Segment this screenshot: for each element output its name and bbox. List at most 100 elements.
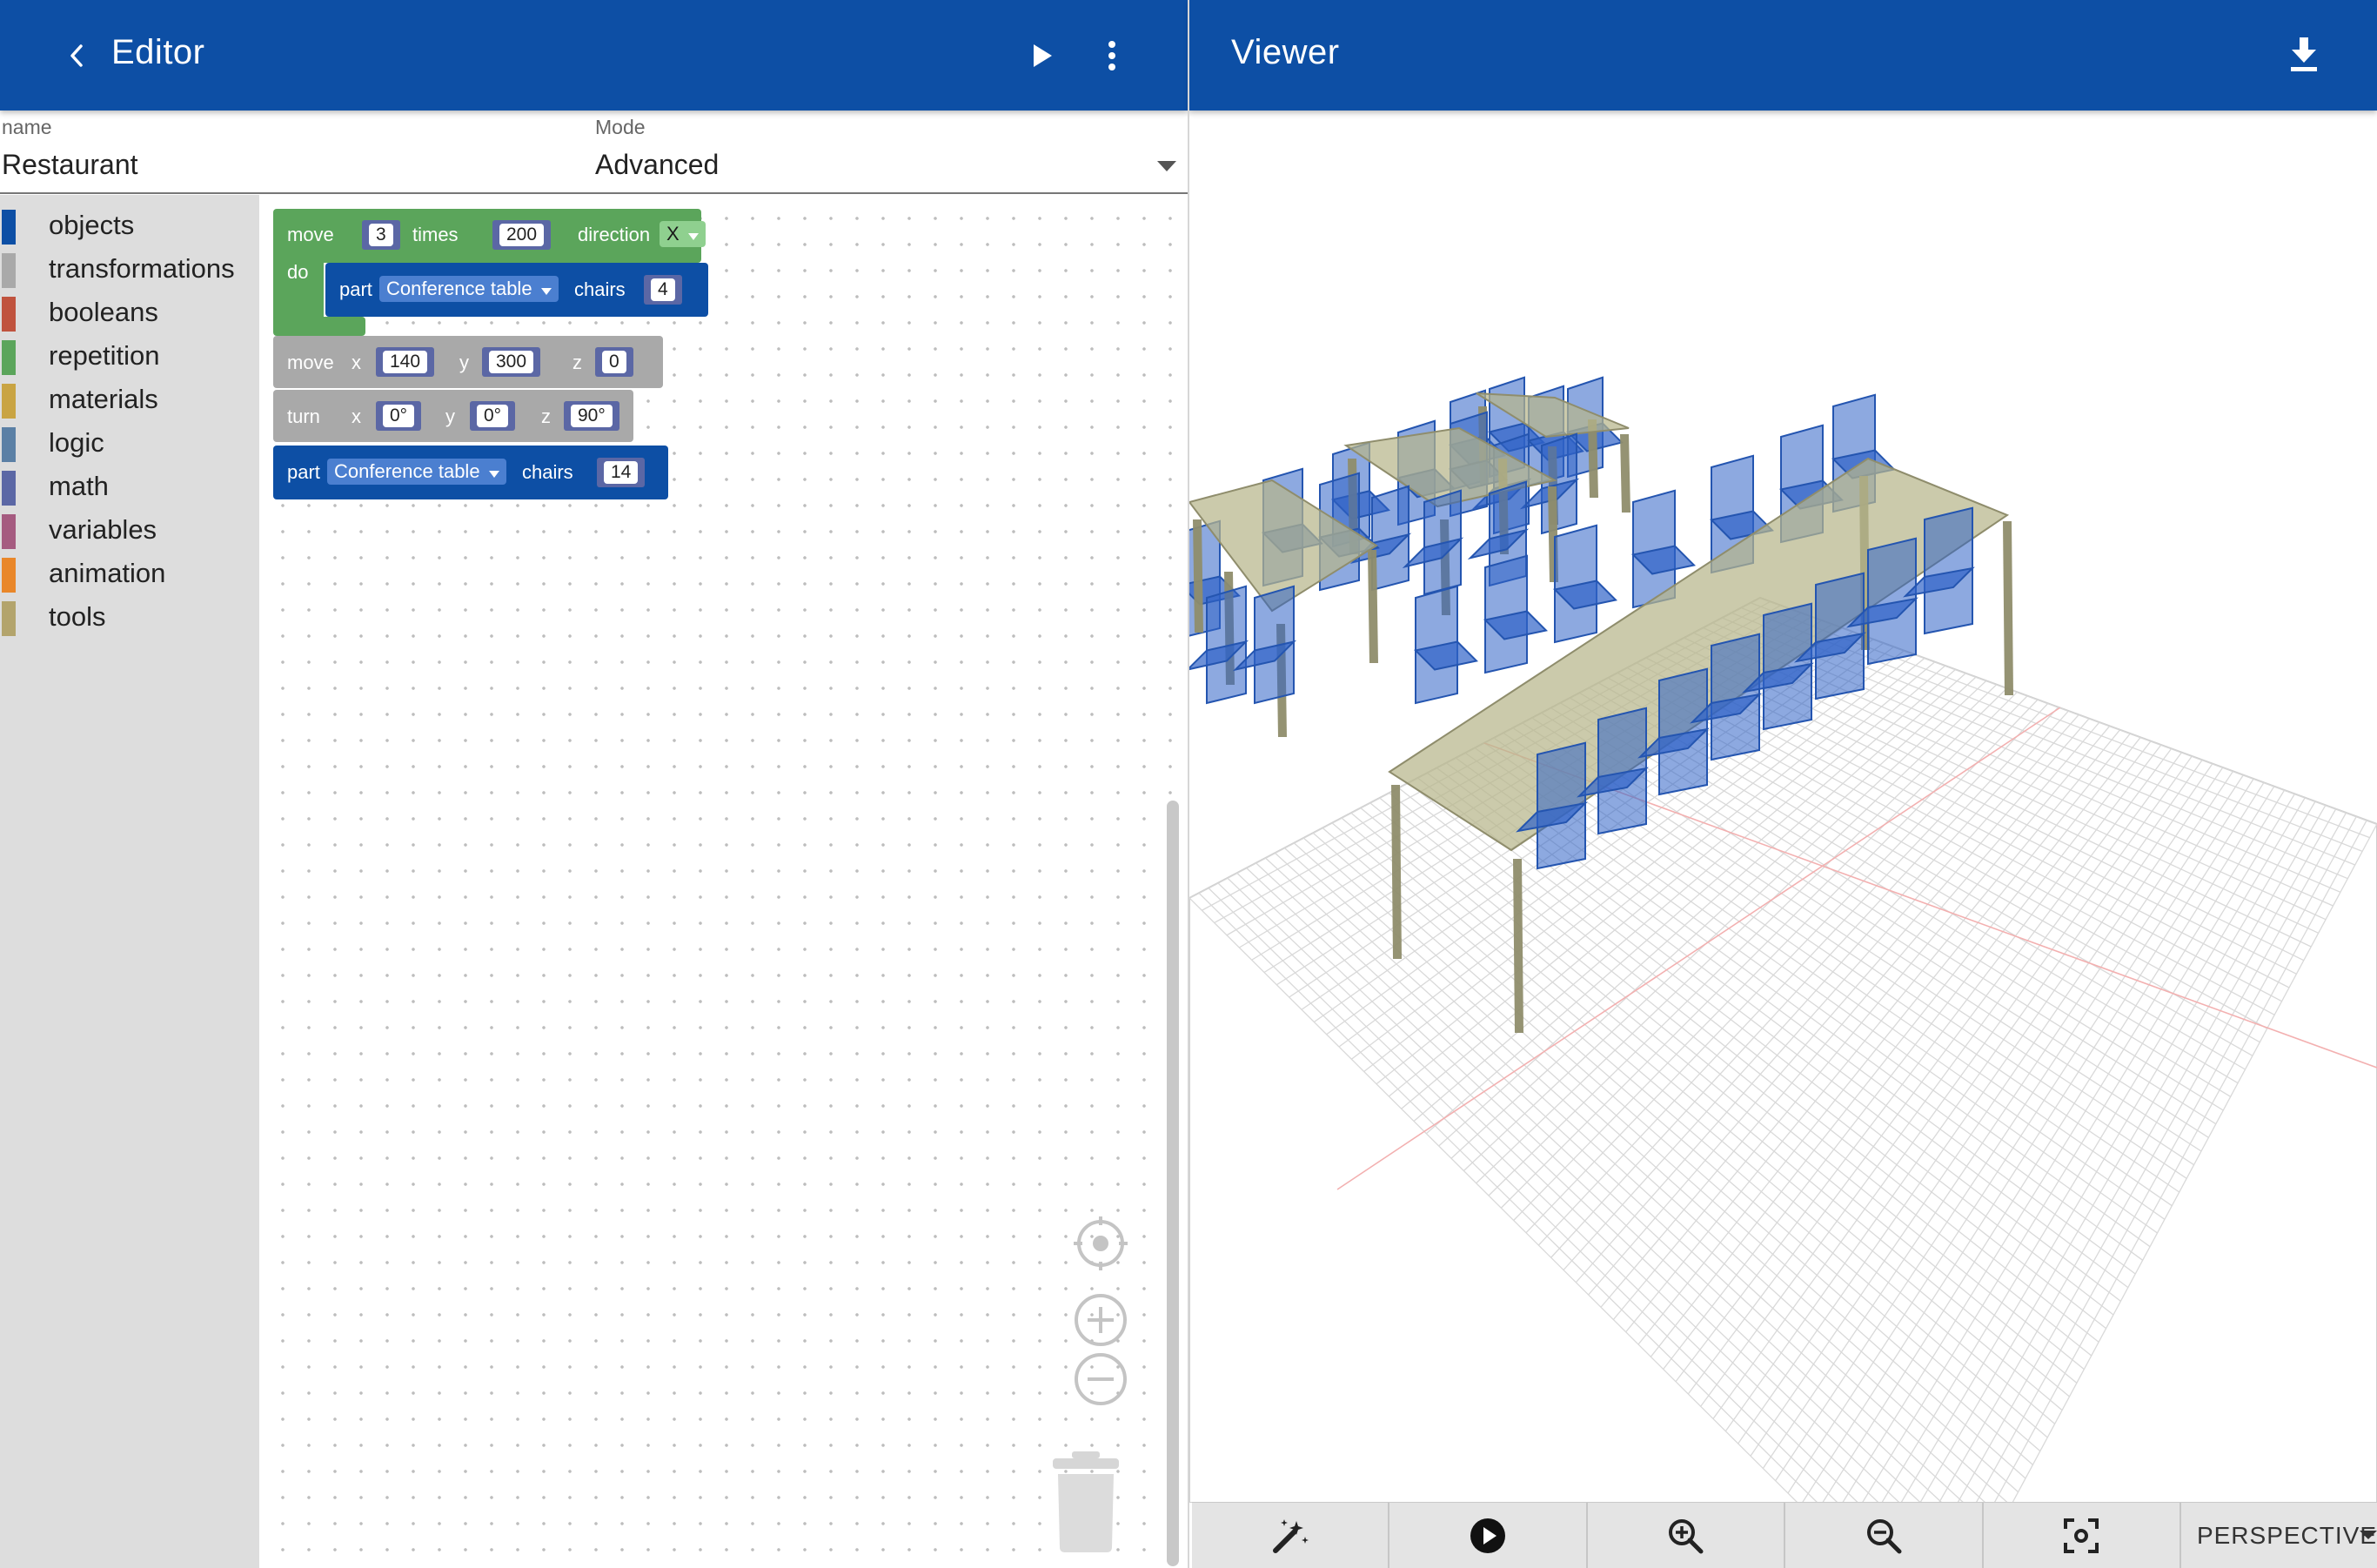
mode-select[interactable]: Advanced <box>595 149 1187 187</box>
editor-title: Editor <box>111 33 205 71</box>
animate-button[interactable] <box>1389 1503 1588 1568</box>
direction-value: X <box>666 223 680 245</box>
table-leg <box>1391 785 1402 959</box>
category-label: animation <box>49 558 166 588</box>
chairs-input[interactable]: 4 <box>644 275 682 305</box>
direction-label: direction <box>578 224 651 245</box>
panel-divider[interactable] <box>1188 0 1189 1568</box>
turn-label: turn <box>287 405 320 427</box>
part-block[interactable]: part Conference table chairs 14 <box>273 446 668 499</box>
download-icon[interactable] <box>2282 33 2326 77</box>
chairs-label: chairs <box>574 278 626 300</box>
chairs-label: chairs <box>522 461 573 483</box>
play-icon[interactable] <box>1025 35 1060 77</box>
back-icon[interactable] <box>57 35 96 77</box>
toolbox-category-variables[interactable]: variables <box>0 506 259 550</box>
name-input[interactable]: Restaurant <box>2 149 138 181</box>
toolbox-category-logic[interactable]: logic <box>0 419 259 463</box>
zoom-in-icon[interactable] <box>1074 1293 1128 1351</box>
magic-wand-button[interactable] <box>1192 1503 1390 1568</box>
category-swatch <box>2 601 16 636</box>
turn-y-value: 0° <box>477 405 509 427</box>
category-label: repetition <box>49 340 160 371</box>
dropdown-arrow-icon <box>540 288 552 295</box>
turn-z-value: 90° <box>571 405 613 427</box>
table-leg <box>1513 859 1523 1033</box>
zoom-in-icon <box>1669 1519 1704 1554</box>
part-model-dropdown[interactable]: Conference table <box>327 459 506 485</box>
more-vert-icon[interactable] <box>1095 33 1129 78</box>
category-swatch <box>2 384 16 419</box>
category-label: objects <box>49 210 135 240</box>
zoom-out-icon[interactable] <box>1074 1352 1128 1411</box>
trash-icon[interactable] <box>1049 1451 1122 1557</box>
part-model-dropdown[interactable]: Conference table <box>379 276 559 302</box>
repeat-count-input[interactable]: 3 <box>362 220 400 250</box>
category-swatch <box>2 297 16 332</box>
dropdown-arrow-icon <box>488 471 499 478</box>
mode-value: Advanced <box>595 149 720 180</box>
repeat-block[interactable]: move 3 times 200 direction X <box>273 209 706 263</box>
move-x-input[interactable]: 140 <box>376 347 435 377</box>
category-swatch <box>2 253 16 288</box>
direction-dropdown[interactable]: X <box>660 221 706 247</box>
3d-scene-view[interactable] <box>1189 111 2377 1503</box>
turn-x-input[interactable]: 0° <box>376 401 422 431</box>
dropdown-arrow-icon <box>687 233 699 240</box>
category-label: tools <box>49 601 106 632</box>
chairs-input[interactable]: 14 <box>597 458 646 487</box>
zoom-out-icon <box>1866 1519 1902 1554</box>
mode-label: Mode <box>595 116 646 138</box>
move-z-label: z <box>572 352 582 373</box>
toolbox-category-animation[interactable]: animation <box>0 550 259 593</box>
move-z-value: 0 <box>602 351 626 373</box>
blocks-workspace[interactable]: move 3 times 200 direction X do part Con… <box>259 195 1188 1568</box>
move-z-input[interactable]: 0 <box>595 347 633 377</box>
part-model-value: Conference table <box>334 460 480 482</box>
part-label: part <box>339 278 372 300</box>
toolbox-category-objects[interactable]: objects <box>0 202 259 245</box>
toolbox-category-tools[interactable]: tools <box>0 593 259 637</box>
category-swatch <box>2 471 16 506</box>
workspace-scrollbar[interactable] <box>1167 801 1179 1566</box>
toolbox-category-transformations[interactable]: transformations <box>0 245 259 289</box>
table-leg <box>1620 434 1630 513</box>
category-label: materials <box>49 384 158 414</box>
repeat-step-input[interactable]: 200 <box>492 220 552 250</box>
turn-x-label: x <box>352 405 361 427</box>
category-swatch <box>2 514 16 549</box>
toolbox: objects transformations booleans repetit… <box>0 195 259 1568</box>
recenter-icon[interactable] <box>1074 1216 1128 1275</box>
turn-y-label: y <box>445 405 455 427</box>
move-x-label: x <box>352 352 361 373</box>
toolbox-category-materials[interactable]: materials <box>0 376 259 419</box>
table-leg <box>2003 521 2013 695</box>
turn-y-input[interactable]: 0° <box>470 401 516 431</box>
toolbox-category-booleans[interactable]: booleans <box>0 289 259 332</box>
chairs-value: 14 <box>604 461 639 484</box>
move-block[interactable]: move x 140 y 300 z 0 <box>273 336 663 388</box>
repeat-move-label: move <box>287 224 334 245</box>
repeat-block-footer <box>273 317 365 336</box>
fit-view-button[interactable] <box>1984 1503 2181 1568</box>
chairs-value: 4 <box>651 278 675 301</box>
projection-value: PERSPECTIVE <box>2196 1521 2377 1549</box>
part-model-value: Conference table <box>386 278 532 299</box>
toolbox-category-math[interactable]: math <box>0 463 259 506</box>
inner-part-block[interactable]: part Conference table chairs 4 <box>325 263 708 317</box>
move-label: move <box>287 352 334 373</box>
category-label: math <box>49 471 109 501</box>
move-y-input[interactable]: 300 <box>482 347 541 377</box>
category-label: logic <box>49 427 104 458</box>
zoom-in-button[interactable] <box>1588 1503 1786 1568</box>
turn-z-input[interactable]: 90° <box>564 401 619 431</box>
category-label: booleans <box>49 297 158 327</box>
ground-grid <box>1189 596 2377 1503</box>
turn-x-value: 0° <box>383 405 415 427</box>
turn-block[interactable]: turn x 0° y 0° z 90° <box>273 390 633 442</box>
toolbox-category-repetition[interactable]: repetition <box>0 332 259 376</box>
category-swatch <box>2 558 16 593</box>
projection-select[interactable]: PERSPECTIVE <box>2181 1503 2377 1568</box>
repeat-count-value: 3 <box>369 224 393 246</box>
zoom-out-button[interactable] <box>1785 1503 1984 1568</box>
